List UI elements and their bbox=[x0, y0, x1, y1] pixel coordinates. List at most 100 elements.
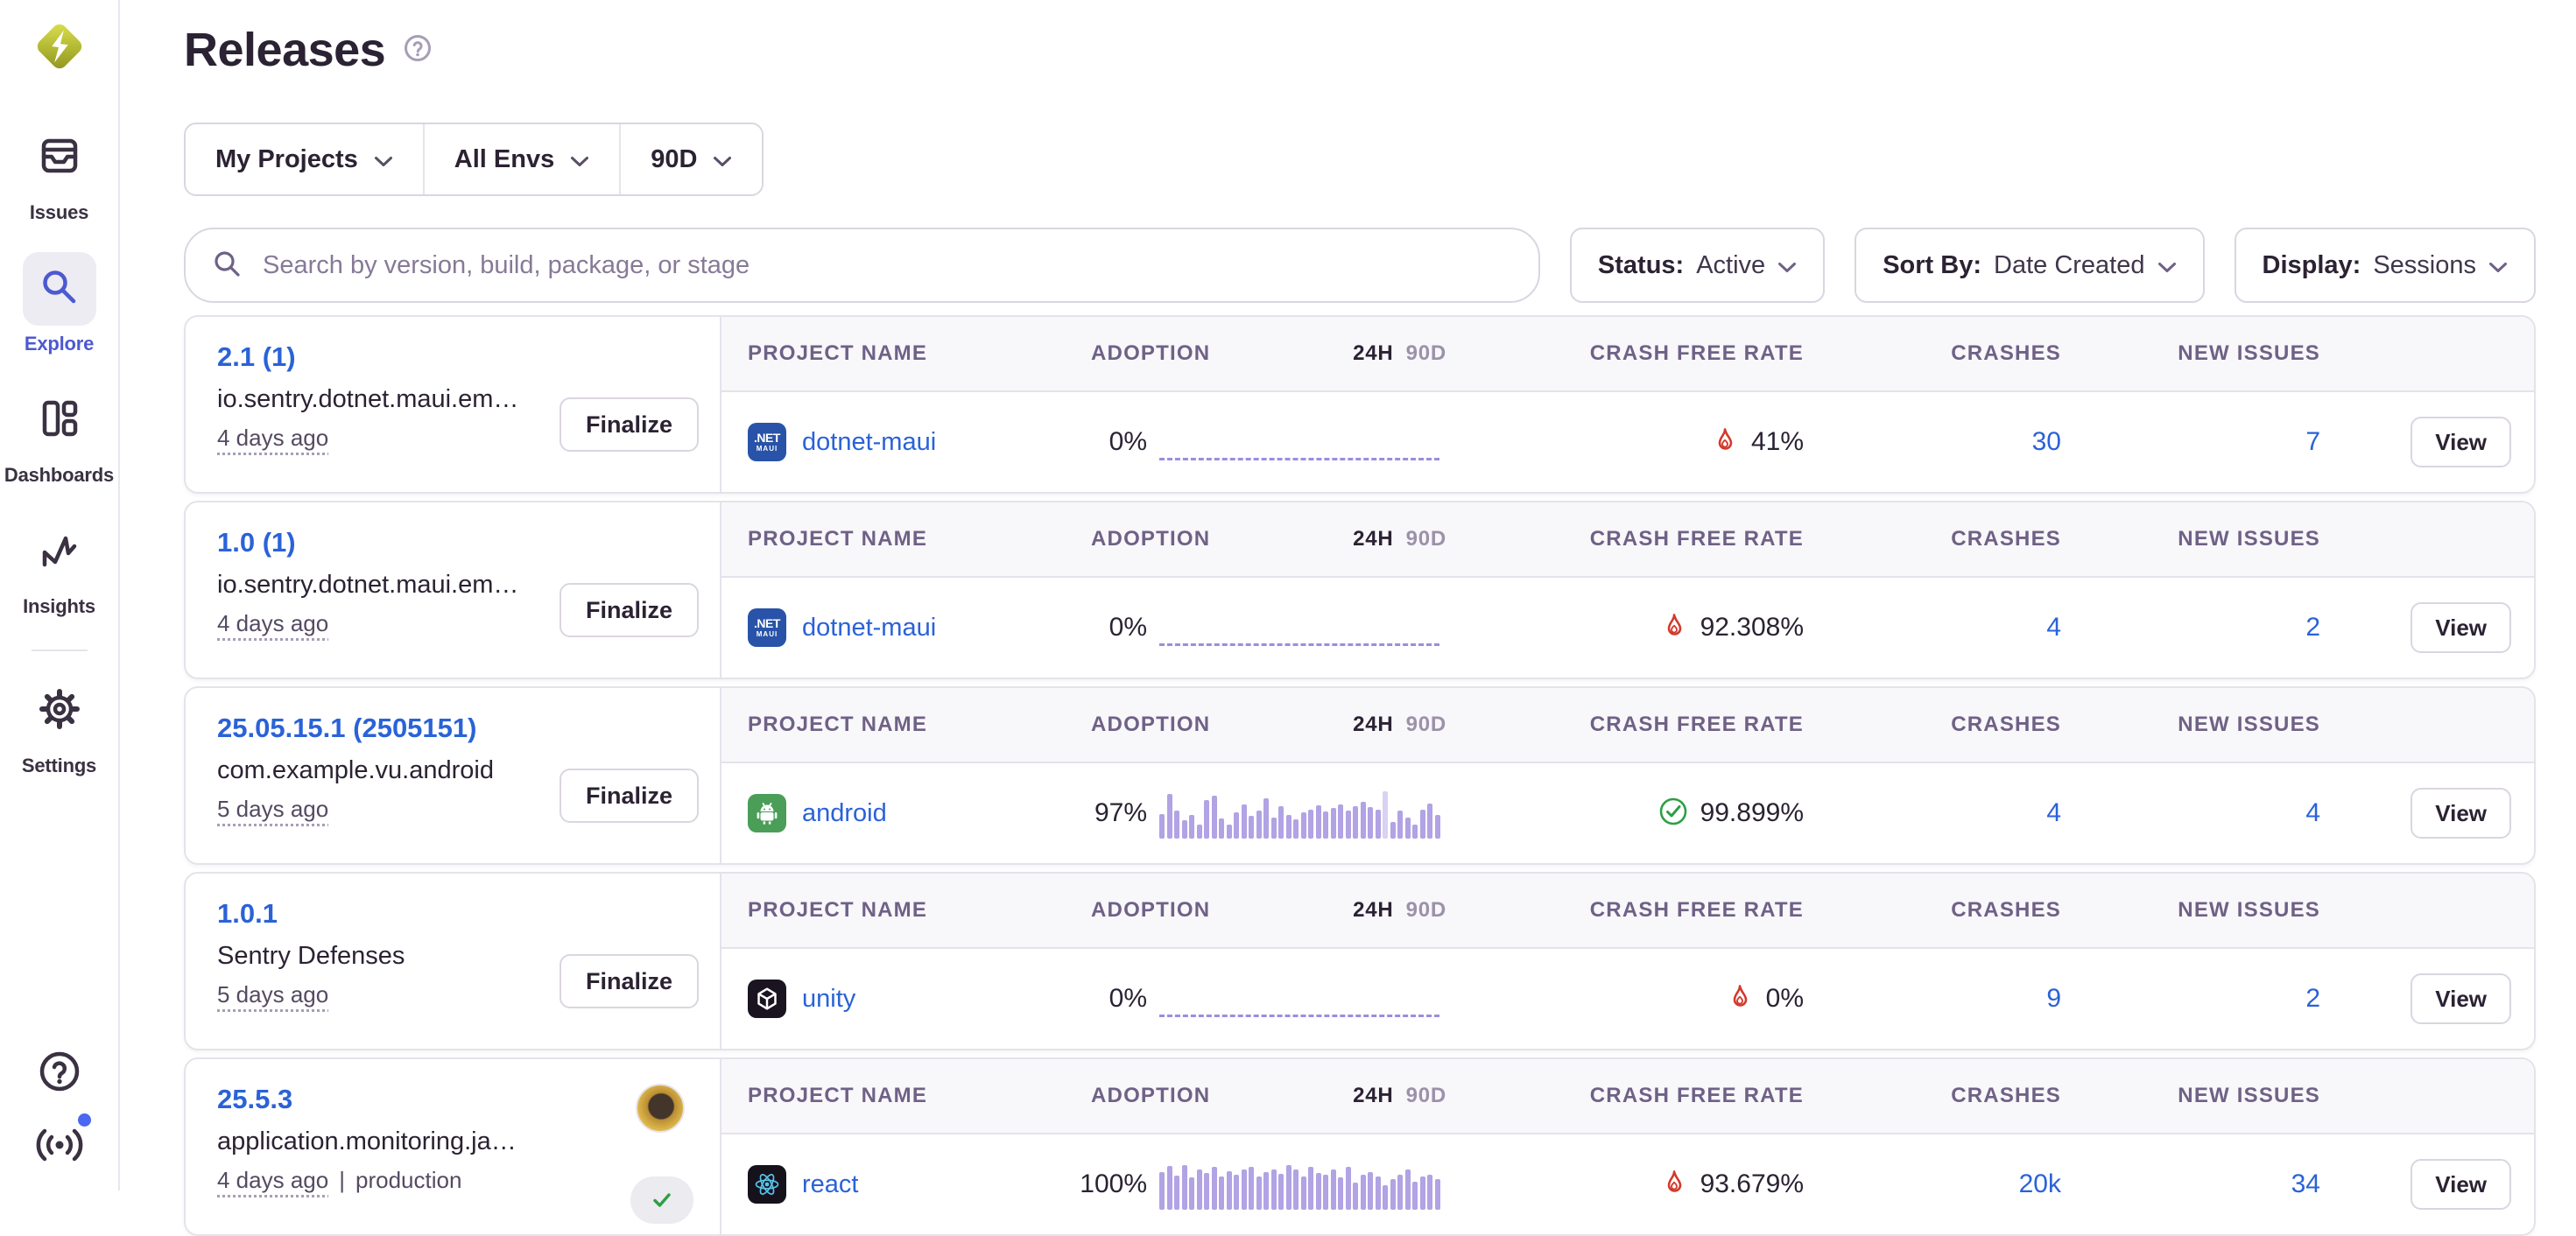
release-card: 1.0.1 Sentry Defenses 5 days ago Finaliz… bbox=[184, 872, 2536, 1050]
chevron-down-icon bbox=[713, 145, 732, 174]
release-package: Sentry Defenses bbox=[217, 942, 602, 971]
crashes-count-link[interactable]: 4 bbox=[2046, 798, 2061, 827]
search-box[interactable] bbox=[184, 228, 1540, 303]
project-link[interactable]: android bbox=[802, 799, 887, 828]
range-toggle-90d[interactable]: 90D bbox=[1406, 1084, 1446, 1108]
release-package: application.monitoring.ja… bbox=[217, 1127, 602, 1156]
sidebar-item-label: Settings bbox=[22, 755, 96, 777]
chevron-down-icon bbox=[2157, 251, 2177, 280]
new-issues-count-link[interactable]: 2 bbox=[2305, 984, 2320, 1013]
help-menu-button[interactable] bbox=[35, 1049, 84, 1098]
project-link[interactable]: dotnet-maui bbox=[802, 428, 936, 457]
release-package: io.sentry.dotnet.maui.em… bbox=[217, 385, 602, 414]
new-issues-count-link[interactable]: 34 bbox=[2291, 1169, 2320, 1198]
whats-new-button[interactable] bbox=[35, 1122, 84, 1171]
sort-by-dropdown[interactable]: Sort By: Date Created bbox=[1855, 228, 2204, 303]
view-button[interactable]: View bbox=[2411, 788, 2511, 839]
column-crashes: Crashes bbox=[1825, 341, 2082, 366]
column-adoption: Adoption bbox=[1091, 898, 1210, 923]
sentry-logo[interactable] bbox=[32, 19, 87, 74]
release-project-table: Project Name Adoption 24H 90D Crash Free… bbox=[721, 874, 2534, 1049]
sidebar-item-dashboards[interactable]: Dashboards bbox=[4, 383, 114, 487]
date-range-filter-dropdown[interactable]: 90D bbox=[621, 124, 762, 194]
project-platform-icon bbox=[748, 1165, 786, 1204]
sidebar-footer bbox=[35, 1049, 84, 1190]
range-toggle-24h[interactable]: 24H bbox=[1353, 898, 1393, 923]
release-package: io.sentry.dotnet.maui.em… bbox=[217, 571, 602, 600]
status-dropdown[interactable]: Status: Active bbox=[1570, 228, 1825, 303]
gear-icon bbox=[37, 686, 82, 736]
crashes-count-link[interactable]: 9 bbox=[2046, 984, 2061, 1013]
projects-filter-dropdown[interactable]: My Projects bbox=[186, 124, 425, 194]
date-range-filter-label: 90D bbox=[651, 145, 697, 174]
view-button[interactable]: View bbox=[2411, 973, 2511, 1024]
range-toggle-90d[interactable]: 90D bbox=[1406, 898, 1446, 923]
display-dropdown[interactable]: Display: Sessions bbox=[2235, 228, 2537, 303]
range-toggle-24h[interactable]: 24H bbox=[1353, 527, 1393, 551]
finalize-button[interactable]: Finalize bbox=[560, 954, 699, 1008]
view-button[interactable]: View bbox=[2411, 417, 2511, 467]
chevron-down-icon bbox=[570, 145, 589, 174]
column-project-name: Project Name bbox=[721, 898, 1063, 923]
crashes-count-link[interactable]: 30 bbox=[2032, 427, 2061, 456]
main-content: Releases My Projects All Envs 90D bbox=[120, 0, 2576, 1190]
range-toggle-90d[interactable]: 90D bbox=[1406, 341, 1446, 366]
table-row: react 100% 93.679% 20k 34 View bbox=[721, 1134, 2534, 1234]
status-dropdown-label: Status: bbox=[1598, 251, 1684, 280]
release-version-link[interactable]: 2.1 (1) bbox=[217, 341, 296, 373]
view-button[interactable]: View bbox=[2411, 602, 2511, 653]
release-card: 2.1 (1) io.sentry.dotnet.maui.em… 4 days… bbox=[184, 315, 2536, 494]
finalized-check-badge bbox=[630, 1176, 693, 1224]
sidebar-item-insights[interactable]: Insights bbox=[23, 515, 96, 618]
column-new-issues: New Issues bbox=[2082, 898, 2341, 923]
project-link[interactable]: react bbox=[802, 1170, 858, 1199]
range-toggle-90d[interactable]: 90D bbox=[1406, 713, 1446, 737]
range-toggle-24h[interactable]: 24H bbox=[1353, 1084, 1393, 1108]
sort-by-dropdown-label: Sort By: bbox=[1883, 251, 1981, 280]
search-input[interactable] bbox=[261, 250, 1512, 281]
range-toggle-24h[interactable]: 24H bbox=[1353, 713, 1393, 737]
release-card: 1.0 (1) io.sentry.dotnet.maui.em… 4 days… bbox=[184, 501, 2536, 679]
release-info-panel: 25.5.3 application.monitoring.ja… 4 days… bbox=[186, 1059, 721, 1234]
table-header: Project Name Adoption 24H 90D Crash Free… bbox=[721, 874, 2534, 949]
environment-filter-dropdown[interactable]: All Envs bbox=[425, 124, 621, 194]
display-dropdown-label: Display: bbox=[2263, 251, 2361, 280]
new-issues-count-link[interactable]: 2 bbox=[2305, 613, 2320, 642]
release-project-table: Project Name Adoption 24H 90D Crash Free… bbox=[721, 688, 2534, 863]
crash-free-status-icon bbox=[1658, 797, 1688, 831]
crash-free-status-icon bbox=[1660, 1169, 1688, 1201]
finalize-button[interactable]: Finalize bbox=[560, 769, 699, 823]
table-header: Project Name Adoption 24H 90D Crash Free… bbox=[721, 502, 2534, 578]
table-header: Project Name Adoption 24H 90D Crash Free… bbox=[721, 317, 2534, 392]
crashes-count-link[interactable]: 4 bbox=[2046, 613, 2061, 642]
release-age: 4 days ago bbox=[217, 610, 328, 637]
sort-by-dropdown-value: Date Created bbox=[1994, 251, 2145, 280]
display-dropdown-value: Sessions bbox=[2373, 251, 2476, 280]
release-version-link[interactable]: 1.0.1 bbox=[217, 898, 278, 930]
crashes-count-link[interactable]: 20k bbox=[2019, 1169, 2061, 1198]
new-issues-count-link[interactable]: 4 bbox=[2305, 798, 2320, 827]
view-button[interactable]: View bbox=[2411, 1159, 2511, 1210]
sidebar-item-settings[interactable]: Settings bbox=[22, 674, 96, 777]
finalize-button[interactable]: Finalize bbox=[560, 583, 699, 637]
crash-free-status-icon bbox=[1711, 426, 1739, 459]
sidebar-item-label: Issues bbox=[30, 201, 88, 224]
release-version-link[interactable]: 25.5.3 bbox=[217, 1084, 292, 1115]
finalize-button[interactable]: Finalize bbox=[560, 397, 699, 452]
project-platform-icon: .NETMAUI bbox=[748, 608, 786, 647]
release-info-panel: 1.0.1 Sentry Defenses 5 days ago Finaliz… bbox=[186, 874, 721, 1049]
adoption-value: 0% bbox=[1063, 427, 1147, 457]
new-issues-count-link[interactable]: 7 bbox=[2305, 427, 2320, 456]
release-version-link[interactable]: 1.0 (1) bbox=[217, 527, 296, 558]
help-circle-icon[interactable] bbox=[403, 33, 433, 67]
project-link[interactable]: dotnet-maui bbox=[802, 614, 936, 643]
release-project-table: Project Name Adoption 24H 90D Crash Free… bbox=[721, 502, 2534, 678]
release-version-link[interactable]: 25.05.15.1 (2505151) bbox=[217, 713, 476, 744]
adoption-value: 0% bbox=[1063, 613, 1147, 643]
range-toggle-24h[interactable]: 24H bbox=[1353, 341, 1393, 366]
sidebar-item-explore[interactable]: Explore bbox=[23, 252, 96, 355]
range-toggle-90d[interactable]: 90D bbox=[1406, 527, 1446, 551]
sidebar-item-issues[interactable]: Issues bbox=[23, 121, 96, 224]
project-link[interactable]: unity bbox=[802, 985, 855, 1014]
crash-free-value: 41% bbox=[1751, 427, 1804, 457]
